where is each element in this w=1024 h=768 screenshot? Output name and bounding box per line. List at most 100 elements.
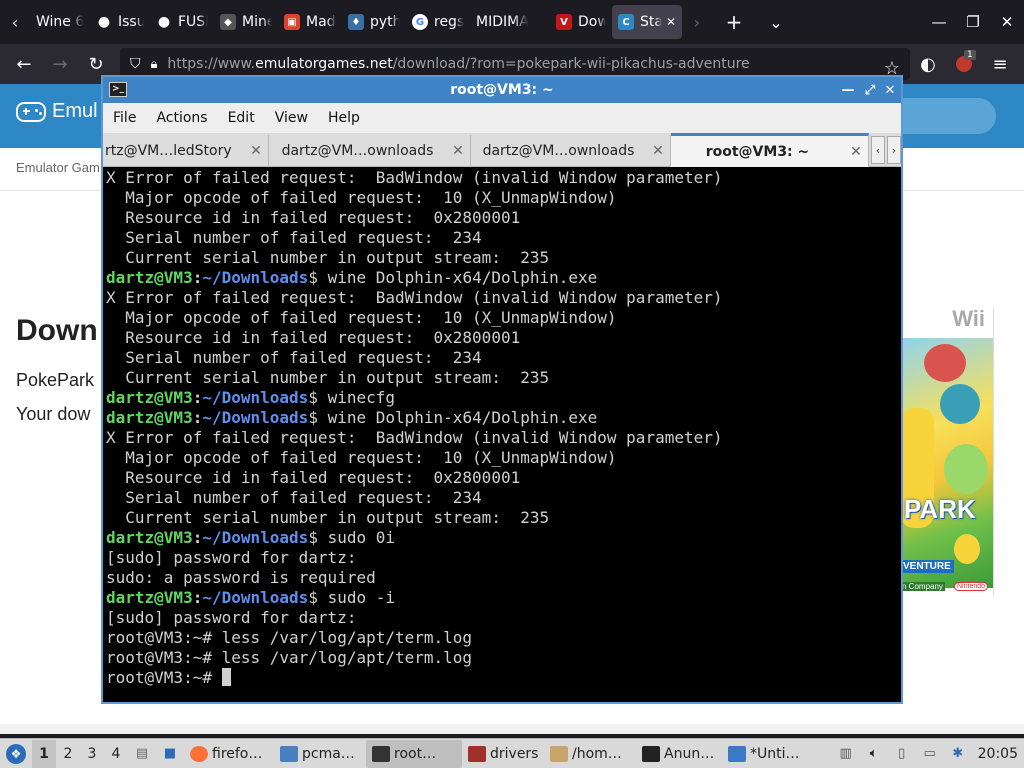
output-text: Serial number of failed request: 234	[106, 348, 482, 367]
extension-icon[interactable]: 1	[946, 44, 982, 84]
new-tab-button[interactable]: +	[712, 0, 756, 44]
browser-tab-bar: ‹ Wine 64 ● Issue ● FUSE ◆ Mine ▣ Mad ♦ pyth Gregs M…	[0, 0, 1024, 44]
terminal-minimize-icon[interactable]: —	[837, 77, 859, 103]
browser-tab[interactable]: V Dow	[550, 5, 612, 39]
clipboard-icon[interactable]: ▥	[836, 744, 856, 764]
output-text: Major opcode of failed request: 10 (X_Un…	[106, 188, 617, 207]
terminal-title-bar[interactable]: >_ root@VM3: ~ — ⤢ ✕	[103, 77, 901, 103]
taskbar-task[interactable]: root…	[366, 739, 462, 768]
terminal-output[interactable]: X Error of failed request: BadWindow (in…	[104, 168, 900, 702]
terminal-output-line: root@VM3:~#	[106, 668, 898, 688]
show-desktop-icon[interactable]: ■	[160, 744, 180, 764]
volume-icon[interactable]: 🔈︎	[864, 744, 884, 764]
close-tab-icon[interactable]: ✕	[646, 143, 670, 159]
prompt-path: ~/Downloads	[202, 388, 309, 407]
terminal-output-line: Serial number of failed request: 234	[106, 348, 898, 368]
browser-tab-label: Dow	[578, 14, 606, 30]
breadcrumb[interactable]: Emulator Gam	[16, 160, 100, 175]
hamburger-menu-icon[interactable]: ≡	[982, 44, 1018, 84]
workspace-4[interactable]: 4	[104, 746, 128, 762]
workspace-2[interactable]: 2	[56, 746, 80, 762]
workspace-3[interactable]: 3	[80, 746, 104, 762]
terminal-output-line: Major opcode of failed request: 10 (X_Un…	[106, 448, 898, 468]
browser-tab-label: Mine	[242, 14, 272, 30]
workspace-1[interactable]: 1	[32, 739, 56, 768]
bluetooth-icon[interactable]: ✱	[948, 744, 968, 764]
taskbar-task-label: firefo…	[212, 745, 263, 762]
notes-icon[interactable]: ▯	[892, 744, 912, 764]
minimize-icon[interactable]: —	[922, 0, 956, 44]
browser-tab[interactable]: Wine 64	[30, 5, 90, 39]
taskbar-task[interactable]: /hom…	[544, 740, 636, 768]
prompt-user: dartz@VM3	[106, 408, 193, 427]
terminal-output-line: [sudo] password for dartz:	[106, 608, 898, 628]
menu-edit[interactable]: Edit	[218, 110, 265, 126]
file-manager-launcher-icon[interactable]: ▤	[132, 744, 152, 764]
output-text: root@VM3:~#	[106, 668, 222, 687]
tab-scroll-right-icon[interactable]: ›	[887, 136, 901, 164]
app-menu-icon[interactable]: ❖	[2, 743, 30, 764]
taskbar-task[interactable]: *Unti…	[722, 740, 812, 768]
tab-scroll-left-icon[interactable]: ‹	[0, 0, 30, 44]
close-tab-icon[interactable]: ✕	[666, 15, 676, 29]
tab-list-chevron-icon[interactable]: ⌄	[756, 0, 796, 44]
close-tab-icon[interactable]: ✕	[446, 143, 470, 159]
menu-file[interactable]: File	[103, 110, 146, 126]
restore-icon[interactable]: ❐	[956, 0, 990, 44]
clock[interactable]: 20:05	[978, 746, 1018, 762]
site-logo[interactable]: Emul	[16, 100, 98, 123]
browser-tab[interactable]: Gregs	[406, 5, 470, 39]
browser-tab-label: regs	[434, 14, 464, 30]
terminal-output-line: Current serial number in output stream: …	[106, 248, 898, 268]
browser-tab-label: Sta	[640, 14, 662, 30]
terminal-window[interactable]: >_ root@VM3: ~ — ⤢ ✕ File Actions Edit V…	[101, 75, 903, 704]
firefox-icon	[190, 745, 208, 762]
terminal-tab[interactable]: dartz@VM…ownloads ✕	[269, 135, 471, 166]
url-text[interactable]: https://www.emulatorgames.net/download/?…	[167, 56, 749, 72]
terminal-tab-bar: rtz@VM…ledStory ✕ dartz@VM…ownloads ✕ dart…	[103, 133, 901, 167]
back-icon[interactable]: ←	[6, 44, 42, 84]
terminal-tab-active[interactable]: root@VM3: ~ ✕	[671, 133, 869, 167]
browser-tab[interactable]: ♦ pyth	[342, 5, 406, 39]
output-text: Serial number of failed request: 234	[106, 228, 482, 247]
network-icon[interactable]: ▭	[920, 744, 940, 764]
browser-tab[interactable]: ▣ Mad	[278, 5, 342, 39]
close-tab-icon[interactable]: ✕	[844, 144, 868, 160]
terminal-app-icon[interactable]: >_	[109, 82, 127, 97]
browser-tab[interactable]: MIDIMA	[470, 5, 550, 39]
taskbar-task[interactable]: Anun…	[636, 740, 722, 768]
menu-view[interactable]: View	[265, 110, 318, 126]
minecraft-icon: ◆	[220, 14, 236, 30]
shield-icon[interactable]: ⛉	[130, 56, 141, 72]
lock-icon[interactable]: 🔒︎	[151, 57, 158, 72]
account-icon[interactable]: ◐	[910, 44, 946, 84]
taskbar-task-label: pcma…	[302, 745, 355, 762]
taskbar-task[interactable]: firefo…	[184, 740, 274, 768]
close-window-icon[interactable]: ✕	[990, 0, 1024, 44]
browser-tab-active[interactable]: C Sta ✕	[612, 5, 682, 39]
taskbar-task[interactable]: pcma…	[274, 740, 366, 768]
terminal-output-line: Serial number of failed request: 234	[106, 488, 898, 508]
prompt-user: dartz@VM3	[106, 588, 193, 607]
browser-tab[interactable]: ◆ Mine	[214, 5, 278, 39]
menu-actions[interactable]: Actions	[146, 110, 217, 126]
site-logo-text: Emul	[52, 100, 98, 122]
page-title: Down	[16, 314, 98, 347]
tab-scroll-left-icon[interactable]: ‹	[871, 136, 885, 164]
terminal-tab[interactable]: rtz@VM…ledStory ✕	[103, 135, 269, 166]
close-tab-icon[interactable]: ✕	[244, 143, 268, 159]
terminal-maximize-icon[interactable]: ⤢	[859, 77, 881, 103]
taskbar-task-label: Anun…	[664, 745, 715, 762]
menu-help[interactable]: Help	[318, 110, 370, 126]
terminal-output-line: Current serial number in output stream: …	[106, 508, 898, 528]
output-text: Current serial number in output stream: …	[106, 248, 550, 267]
taskbar-task[interactable]: drivers	[462, 740, 544, 768]
terminal-tab[interactable]: dartz@VM…ownloads ✕	[471, 135, 671, 166]
tab-scroll-right-icon[interactable]: ›	[682, 0, 712, 44]
terminal-prompt-line: dartz@VM3:~/Downloads$ winecfg	[106, 388, 898, 408]
prompt-path: ~/Downloads	[202, 588, 309, 607]
browser-tab[interactable]: ● Issue	[90, 5, 150, 39]
terminal-close-icon[interactable]: ✕	[879, 77, 901, 103]
browser-tab[interactable]: ● FUSE	[150, 5, 214, 39]
forward-icon[interactable]: →	[42, 44, 78, 84]
